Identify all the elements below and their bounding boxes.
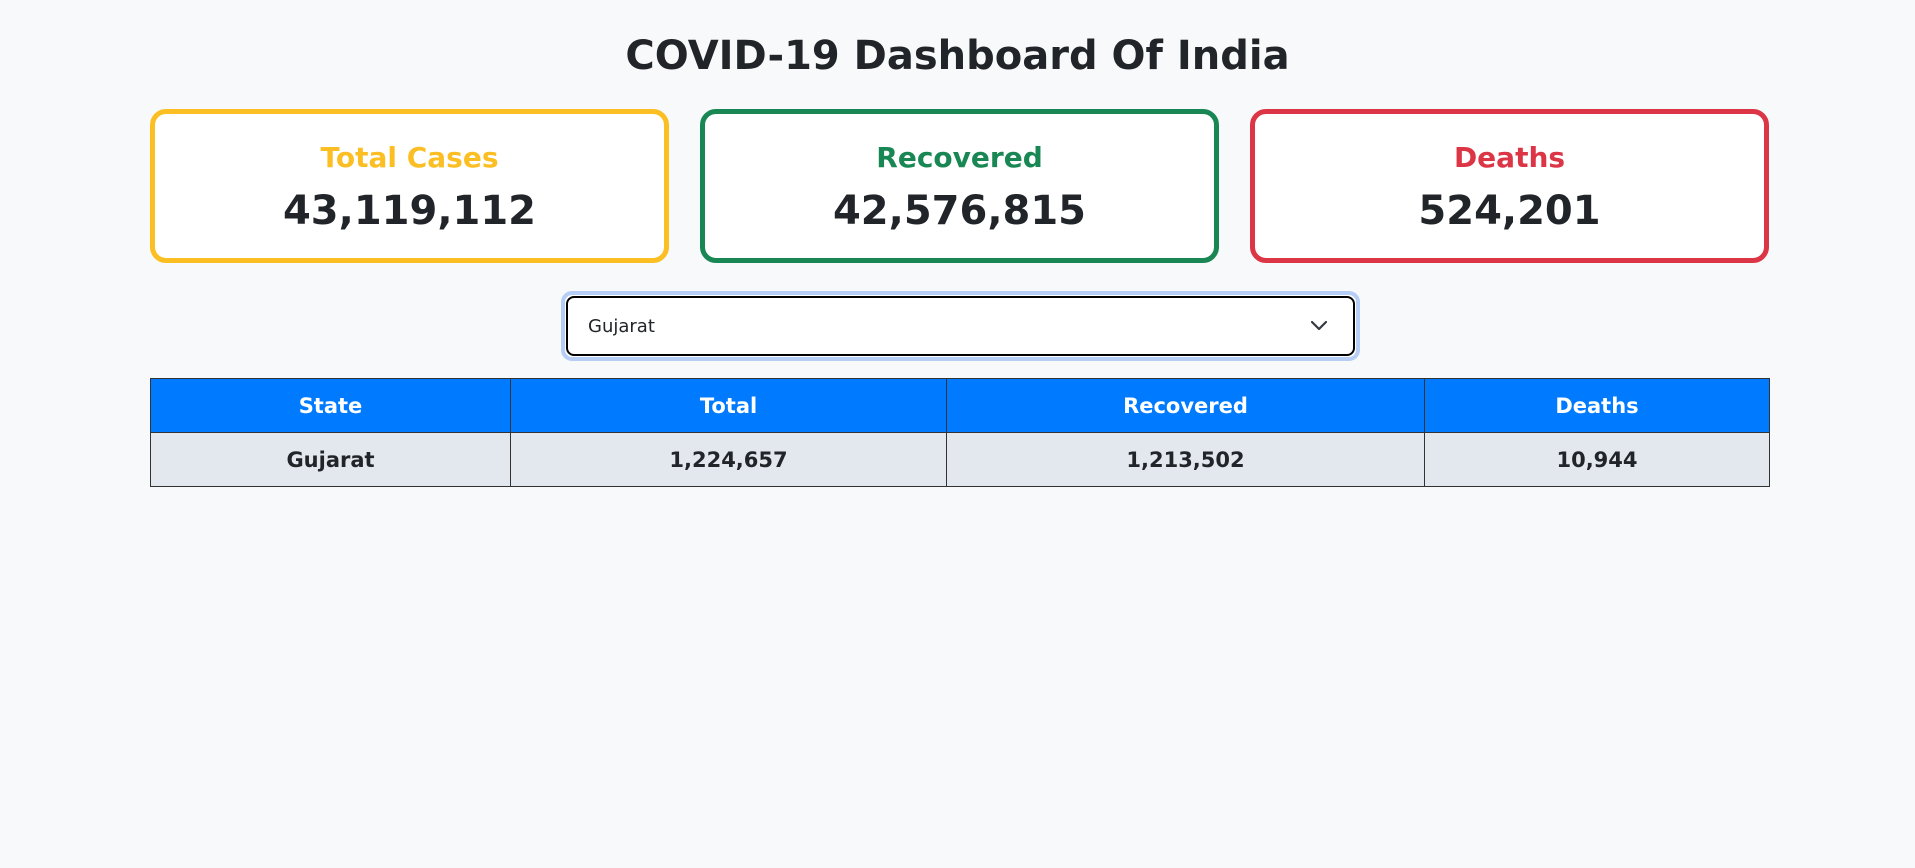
state-select[interactable]: Gujarat [566, 296, 1355, 356]
total-cases-card: Total Cases 43,119,112 [150, 109, 669, 263]
page-title: COVID-19 Dashboard Of India [625, 33, 1290, 79]
total-cases-label: Total Cases [320, 141, 499, 174]
deaths-label: Deaths [1453, 141, 1566, 174]
header-total: Total [510, 378, 947, 433]
dashboard-page: COVID-19 Dashboard Of India Total Cases … [0, 0, 1915, 868]
cell-state: Gujarat [150, 432, 511, 487]
header-state: State [150, 378, 511, 433]
header-recovered: Recovered [946, 378, 1425, 433]
table-header-row: State Total Recovered Deaths [150, 378, 1770, 433]
cell-recovered: 1,213,502 [946, 432, 1425, 487]
deaths-card: Deaths 524,201 [1250, 109, 1769, 263]
table-row: Gujarat 1,224,657 1,213,502 10,944 [150, 432, 1770, 487]
recovered-value: 42,576,815 [832, 188, 1087, 234]
recovered-card: Recovered 42,576,815 [700, 109, 1219, 263]
state-select-value: Gujarat [588, 315, 655, 337]
state-select-focus-ring: Gujarat [561, 291, 1360, 361]
state-table-container: State Total Recovered Deaths Gujarat 1,2… [150, 378, 1770, 487]
total-cases-value: 43,119,112 [282, 188, 537, 234]
cell-total: 1,224,657 [510, 432, 947, 487]
state-table: State Total Recovered Deaths Gujarat 1,2… [150, 378, 1770, 487]
chevron-down-icon [1299, 306, 1339, 346]
cell-deaths: 10,944 [1424, 432, 1770, 487]
deaths-value: 524,201 [1418, 188, 1601, 234]
header-deaths: Deaths [1424, 378, 1770, 433]
summary-cards: Total Cases 43,119,112 Recovered 42,576,… [150, 109, 1769, 263]
recovered-label: Recovered [876, 141, 1043, 174]
